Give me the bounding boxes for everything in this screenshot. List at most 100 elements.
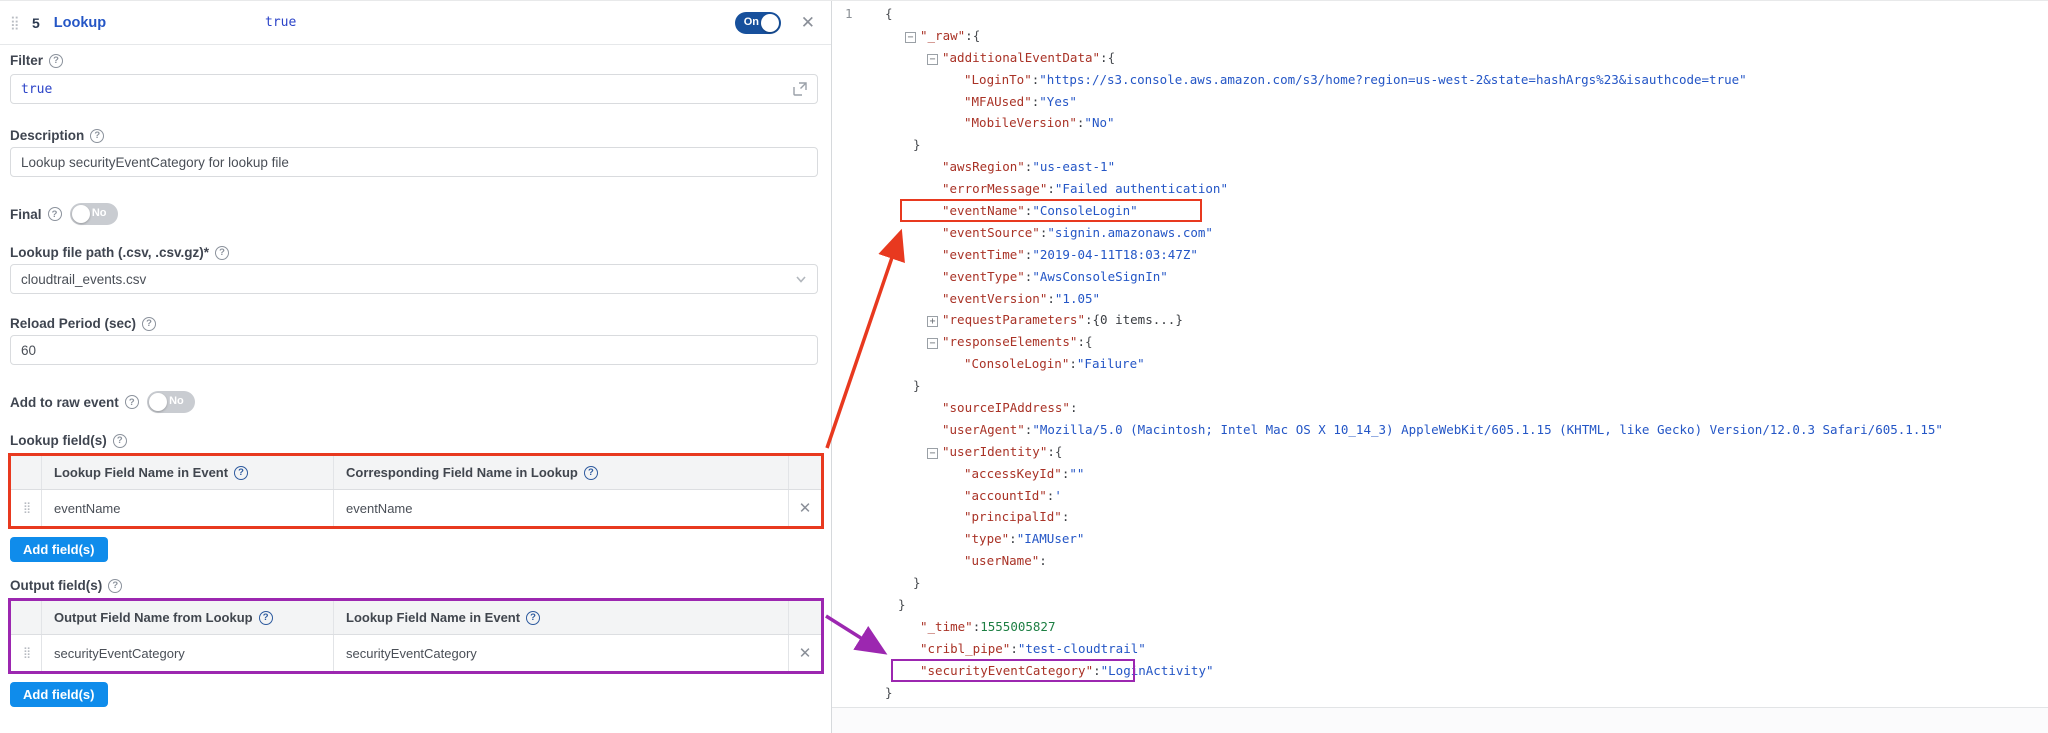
json-line: "eventName":"ConsoleLogin" bbox=[832, 200, 2048, 222]
collapse-node-icon[interactable]: − bbox=[927, 54, 938, 65]
line-number: 1 bbox=[845, 3, 853, 25]
toggle-on-label: On bbox=[744, 16, 759, 28]
lookup-file-path-help-icon[interactable]: ? bbox=[215, 246, 229, 260]
remove-column-header bbox=[788, 601, 821, 634]
reload-period-value: 60 bbox=[21, 343, 36, 358]
lookup-file-path-label: Lookup file path (.csv, .csv.gz)* bbox=[10, 245, 209, 260]
description-value: Lookup securityEventCategory for lookup … bbox=[21, 155, 289, 170]
final-toggle[interactable]: No bbox=[70, 203, 118, 225]
toggle-knob bbox=[72, 205, 90, 223]
lookup-field-event-input[interactable]: eventName bbox=[41, 490, 333, 526]
expand-node-icon[interactable]: + bbox=[927, 316, 938, 327]
column-header: Lookup Field Name in Event ? bbox=[41, 456, 333, 489]
column-help-icon[interactable]: ? bbox=[259, 611, 273, 625]
lookup-fields-label: Lookup field(s) bbox=[10, 433, 107, 448]
function-config-panel: ⣿ 5 Lookup true On ✕ Filter ? true Descr… bbox=[0, 1, 832, 733]
reload-period-label: Reload Period (sec) bbox=[10, 316, 136, 331]
json-line: } bbox=[832, 682, 2048, 704]
column-header: Corresponding Field Name in Lookup ? bbox=[333, 456, 788, 489]
lookup-fields-table: Lookup Field Name in Event ? Correspondi… bbox=[8, 453, 824, 529]
json-line: } bbox=[832, 134, 2048, 156]
close-icon[interactable]: ✕ bbox=[801, 13, 815, 33]
json-line: −"additionalEventData":{ bbox=[832, 47, 2048, 69]
add-lookup-field-button[interactable]: Add field(s) bbox=[10, 537, 108, 562]
json-line: "eventTime":"2019-04-11T18:03:47Z" bbox=[832, 244, 2048, 266]
reload-period-help-icon[interactable]: ? bbox=[142, 317, 156, 331]
json-line: "_time":1555005827 bbox=[832, 616, 2048, 638]
column-help-icon[interactable]: ? bbox=[234, 466, 248, 480]
remove-row-icon[interactable]: ✕ bbox=[788, 635, 821, 671]
filter-input[interactable]: true bbox=[10, 74, 818, 104]
json-line: "userAgent":"Mozilla/5.0 (Macintosh; Int… bbox=[832, 419, 2048, 441]
description-label: Description bbox=[10, 128, 84, 143]
json-line: 1{ bbox=[832, 3, 2048, 25]
collapse-node-icon[interactable]: − bbox=[927, 338, 938, 349]
json-line: } bbox=[832, 375, 2048, 397]
toggle-no-label: No bbox=[169, 395, 184, 407]
table-row: ⣿ securityEventCategory securityEventCat… bbox=[11, 635, 821, 671]
chevron-down-icon bbox=[794, 272, 808, 286]
function-title-link[interactable]: Lookup bbox=[54, 15, 106, 31]
json-line: −"userIdentity":{ bbox=[832, 441, 2048, 463]
function-index: 5 bbox=[32, 15, 40, 31]
add-output-field-button[interactable]: Add field(s) bbox=[10, 682, 108, 707]
json-line: "cribl_pipe":"test-cloudtrail" bbox=[832, 638, 2048, 660]
output-field-lookup-input[interactable]: securityEventCategory bbox=[41, 635, 333, 671]
collapse-node-icon[interactable]: − bbox=[905, 32, 916, 43]
expand-editor-icon[interactable] bbox=[792, 81, 808, 97]
json-line: } bbox=[832, 572, 2048, 594]
row-drag-handle-icon[interactable]: ⣿ bbox=[23, 649, 29, 657]
remove-row-icon[interactable]: ✕ bbox=[788, 490, 821, 526]
collapse-node-icon[interactable]: − bbox=[927, 448, 938, 459]
json-line: "ConsoleLogin":"Failure" bbox=[832, 353, 2048, 375]
json-line: "userName": bbox=[832, 550, 2048, 572]
json-line: "eventSource":"signin.amazonaws.com" bbox=[832, 222, 2048, 244]
output-fields-table: Output Field Name from Lookup ? Lookup F… bbox=[8, 598, 824, 674]
function-header: ⣿ 5 Lookup true On ✕ bbox=[0, 1, 831, 45]
event-preview-panel: 1{−"_raw":{−"additionalEventData":{"Logi… bbox=[832, 1, 2048, 733]
lookup-field-lookup-input[interactable]: eventName bbox=[333, 490, 788, 526]
filter-label: Filter bbox=[10, 53, 43, 68]
reload-period-input[interactable]: 60 bbox=[10, 335, 818, 365]
json-line: "MFAUsed":"Yes" bbox=[832, 91, 2048, 113]
json-line: "eventVersion":"1.05" bbox=[832, 288, 2048, 310]
toggle-knob bbox=[149, 393, 167, 411]
description-input[interactable]: Lookup securityEventCategory for lookup … bbox=[10, 147, 818, 177]
row-drag-handle-icon[interactable]: ⣿ bbox=[23, 504, 29, 512]
json-line: "principalId": bbox=[832, 506, 2048, 528]
drag-column-header bbox=[11, 601, 41, 634]
column-help-icon[interactable]: ? bbox=[526, 611, 540, 625]
table-row: ⣿ eventName eventName ✕ bbox=[11, 490, 821, 526]
json-line: "type":"IAMUser" bbox=[832, 528, 2048, 550]
final-label: Final bbox=[10, 207, 42, 222]
function-drag-handle-icon[interactable]: ⣿ bbox=[10, 18, 26, 27]
filter-value: true bbox=[21, 82, 52, 97]
add-to-raw-help-icon[interactable]: ? bbox=[125, 395, 139, 409]
final-help-icon[interactable]: ? bbox=[48, 207, 62, 221]
json-viewer[interactable]: 1{−"_raw":{−"additionalEventData":{"Logi… bbox=[832, 1, 2048, 707]
column-help-icon[interactable]: ? bbox=[584, 466, 598, 480]
output-fields-help-icon[interactable]: ? bbox=[108, 579, 122, 593]
toggle-no-label: No bbox=[92, 207, 107, 219]
lookup-file-value: cloudtrail_events.csv bbox=[21, 272, 146, 287]
json-line: "errorMessage":"Failed authentication" bbox=[832, 178, 2048, 200]
json-line: −"responseElements":{ bbox=[832, 331, 2048, 353]
column-header: Output Field Name from Lookup ? bbox=[41, 601, 333, 634]
json-line: "sourceIPAddress": bbox=[832, 397, 2048, 419]
lookup-file-select[interactable]: cloudtrail_events.csv bbox=[10, 264, 818, 294]
json-line: "LoginTo":"https://s3.console.aws.amazon… bbox=[832, 69, 2048, 91]
function-enabled-toggle[interactable]: On bbox=[735, 12, 781, 34]
json-line: } bbox=[832, 594, 2048, 616]
drag-column-header bbox=[11, 456, 41, 489]
description-help-icon[interactable]: ? bbox=[90, 129, 104, 143]
table-header-row: Output Field Name from Lookup ? Lookup F… bbox=[11, 601, 821, 635]
json-line: +"requestParameters":{0 items...} bbox=[832, 309, 2048, 331]
lookup-fields-help-icon[interactable]: ? bbox=[113, 434, 127, 448]
function-filter-preview: true bbox=[265, 15, 296, 30]
json-line: "securityEventCategory":"LoginActivity" bbox=[832, 660, 2048, 682]
json-line: "awsRegion":"us-east-1" bbox=[832, 156, 2048, 178]
filter-help-icon[interactable]: ? bbox=[49, 54, 63, 68]
add-to-raw-toggle[interactable]: No bbox=[147, 391, 195, 413]
output-field-event-input[interactable]: securityEventCategory bbox=[333, 635, 788, 671]
output-fields-label: Output field(s) bbox=[10, 578, 102, 593]
